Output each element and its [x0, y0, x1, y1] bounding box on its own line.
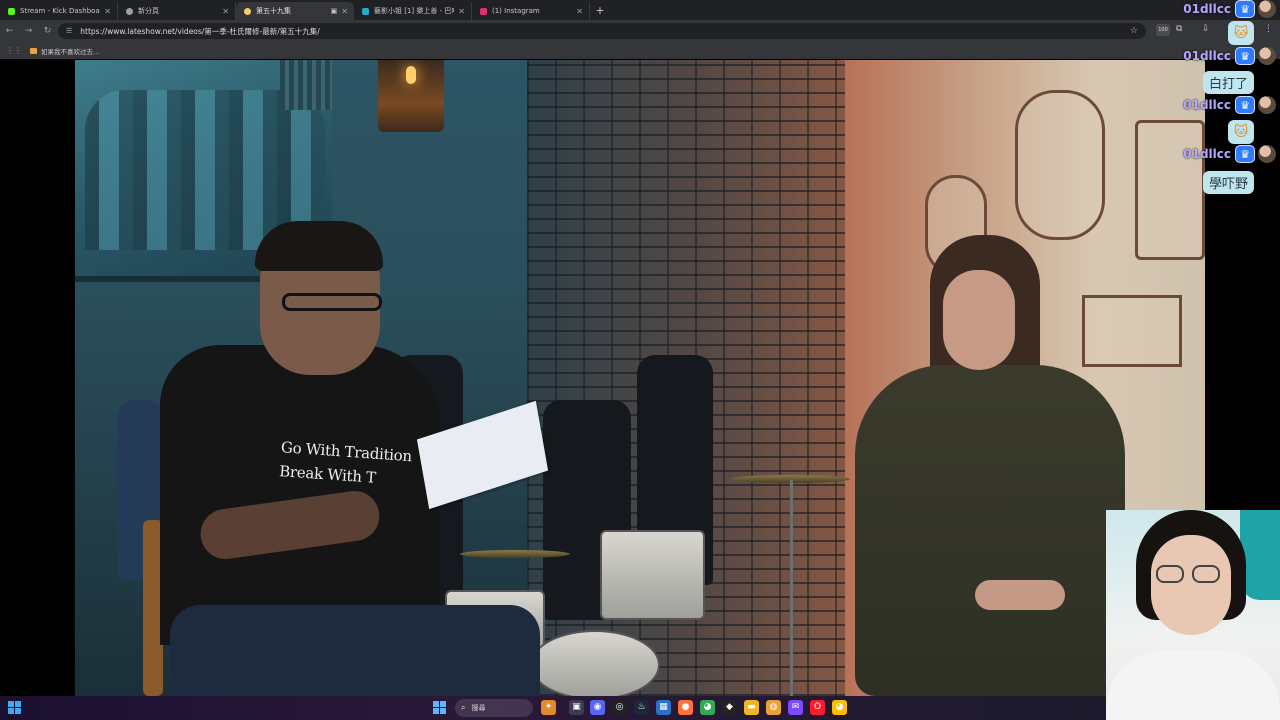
obs-icon[interactable]: ◎ [612, 700, 627, 715]
record-shelf [280, 60, 332, 110]
portrait-frame [1015, 90, 1105, 240]
chat-avatar [1258, 0, 1276, 18]
chat-avatar [1258, 47, 1276, 65]
chrome-icon-2[interactable]: ◕ [832, 700, 847, 715]
chat-username: 01dllcc [1183, 98, 1231, 112]
crown-badge-icon: ♛ [1235, 47, 1255, 65]
chat-message: 01dllcc ♛ [1183, 0, 1276, 18]
widgets-icon[interactable] [8, 701, 21, 714]
cat-emote-icon: 🐱 [1233, 124, 1249, 140]
tab-active-episode[interactable]: 第五十九集 ▣ ✕ [236, 2, 354, 20]
chat-message: 01dllcc ♛ [1183, 145, 1276, 163]
taskbar-search[interactable]: ⌕ 搜尋 [455, 699, 533, 717]
discord-icon[interactable]: ◉ [590, 700, 605, 715]
site-info-icon[interactable]: ☰ [66, 27, 72, 35]
bookmark-label: 如果我不喜欢过去... [41, 47, 100, 56]
windows-taskbar: ⌕ 搜尋 ✦ ▣ ◉ ◎ ♨ ▦ ● ◕ ◆ ▬ ◍ ✉ O ◕ [0, 696, 1106, 720]
bookmarks-bar: ⋮⋮ 如果我不喜欢过去... [0, 42, 1280, 59]
chat-avatar [1258, 145, 1276, 163]
shirt-text: Go With Tradition Break With T [278, 435, 421, 493]
chat-message: 01dllcc ♛ [1183, 47, 1276, 65]
folder-icon [30, 47, 37, 54]
cat-emote-icon: 🐱 [1233, 25, 1249, 41]
app-icon[interactable]: ◍ [766, 700, 781, 715]
close-tab-icon[interactable]: ✕ [222, 7, 229, 16]
back-icon[interactable]: ← [0, 26, 19, 36]
start-button[interactable] [433, 701, 446, 714]
instagram-favicon-icon [480, 7, 487, 15]
photos-icon[interactable]: ▦ [656, 700, 671, 715]
tab-new-tab[interactable]: 新分頁 ✕ [118, 2, 236, 20]
tab-instagram[interactable]: (1) Instagram ✕ [472, 2, 590, 20]
tab-title: Stream - Kick Dashboard [20, 7, 101, 15]
tab-kick-dashboard[interactable]: Stream - Kick Dashboard ✕ [0, 2, 118, 20]
tab-title: 藝影小姐 [1] 樂上善 - 巴哈姆特 [374, 7, 454, 15]
chat-avatar [1258, 96, 1276, 114]
guest-figure [825, 235, 1125, 696]
epic-icon[interactable]: ◆ [722, 700, 737, 715]
bahamut-favicon-icon [362, 7, 369, 15]
chat-emote: 🐱 [1228, 120, 1254, 144]
letter-frame [1135, 120, 1205, 260]
forward-icon[interactable]: → [19, 26, 38, 36]
downloads-icon[interactable]: ⇩ [1202, 24, 1210, 34]
bookmark-folder[interactable]: 如果我不喜欢过去... [30, 46, 99, 56]
search-label: 搜尋 [471, 704, 486, 712]
search-icon: ⌕ [461, 703, 466, 712]
address-toolbar: ← → ↻ ☰ https://www.lateshow.net/videos/… [0, 20, 1280, 42]
webcam-overlay [1106, 510, 1280, 720]
opera-icon[interactable]: O [810, 700, 825, 715]
chat-message: 01dllcc ♛ [1183, 96, 1276, 114]
crown-badge-icon: ♛ [1235, 0, 1255, 18]
reload-icon[interactable]: ↻ [38, 26, 57, 36]
chat-username: 01dllcc [1183, 49, 1231, 63]
copilot-icon[interactable]: ✦ [541, 700, 556, 715]
browser-menu-icon[interactable]: ⋮ [1264, 24, 1273, 34]
chat-bubble: 學吓野 [1202, 171, 1254, 194]
new-tab-favicon-icon [126, 7, 133, 15]
chat-username: 01dllcc [1183, 2, 1231, 16]
extension-badge[interactable]: 100 [1156, 24, 1170, 36]
chrome-icon[interactable]: ◕ [700, 700, 715, 715]
browser-tab-bar: Stream - Kick Dashboard ✕ 新分頁 ✕ 第五十九集 ▣ … [0, 0, 1280, 20]
screen: Stream - Kick Dashboard ✕ 新分頁 ✕ 第五十九集 ▣ … [0, 0, 1280, 720]
media-playing-icon[interactable]: ▣ [331, 7, 338, 15]
tab-title: 新分頁 [138, 7, 159, 15]
url-field[interactable]: ☰ https://www.lateshow.net/videos/第一季-杜氏… [58, 23, 1146, 39]
video-player[interactable]: Go With Tradition Break With T [75, 60, 1205, 696]
episode-favicon-icon [244, 7, 251, 15]
messenger-icon[interactable]: ✉ [788, 700, 803, 715]
chat-bubble: 白打了 [1202, 71, 1254, 94]
apps-grid-icon[interactable]: ⋮⋮ [6, 46, 22, 55]
bookmark-star-icon[interactable]: ☆ [1130, 26, 1138, 36]
tab-title: (1) Instagram [492, 7, 540, 15]
close-tab-icon[interactable]: ✕ [341, 7, 348, 16]
firefox-icon[interactable]: ● [678, 700, 693, 715]
close-tab-icon[interactable]: ✕ [458, 7, 465, 16]
wall-lamp [378, 60, 444, 132]
close-tab-icon[interactable]: ✕ [576, 7, 583, 16]
crown-badge-icon: ♛ [1235, 145, 1255, 163]
task-view-icon[interactable]: ▣ [569, 700, 584, 715]
url-text: https://www.lateshow.net/videos/第一季-杜氏爾修… [80, 26, 320, 36]
tab-bahamut[interactable]: 藝影小姐 [1] 樂上善 - 巴哈姆特 ✕ [354, 2, 472, 20]
file-explorer-icon[interactable]: ▬ [744, 700, 759, 715]
chat-username: 01dllcc [1183, 147, 1231, 161]
close-tab-icon[interactable]: ✕ [104, 7, 111, 16]
extensions-icon[interactable]: ⧉ [1176, 24, 1182, 34]
steam-icon[interactable]: ♨ [634, 700, 649, 715]
kick-favicon-icon [8, 7, 15, 15]
crown-badge-icon: ♛ [1235, 96, 1255, 114]
tab-title: 第五十九集 [256, 7, 291, 15]
chat-emote: 🐱 [1228, 21, 1254, 45]
new-tab-button[interactable]: + [590, 2, 610, 20]
